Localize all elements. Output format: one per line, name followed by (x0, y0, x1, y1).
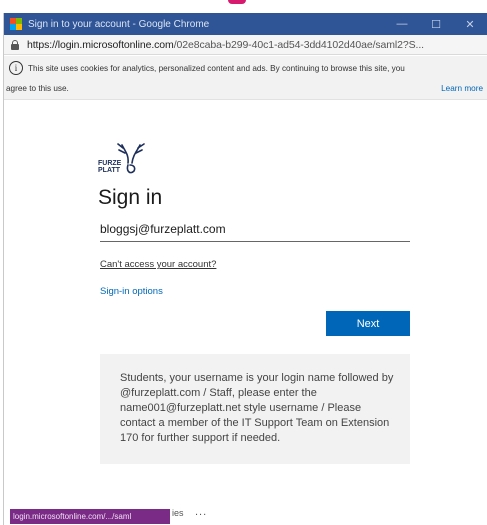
furze-platt-logo: FURZE PLATT (98, 143, 145, 174)
next-button[interactable]: Next (326, 311, 410, 336)
page-title: Sign in (98, 186, 163, 209)
maximize-icon[interactable]: ☐ (419, 13, 453, 35)
url-text[interactable]: https://login.microsoftonline.com/02e8ca… (27, 39, 424, 51)
signin-card: FURZE PLATT Sign in bloggsj@furzeplatt.c… (4, 101, 487, 511)
cookie-message: This site uses cookies for analytics, pe… (28, 64, 405, 73)
signin-options-link[interactable]: Sign-in options (100, 286, 163, 297)
cookie-message-continued: agree to this use. (6, 84, 69, 93)
minimize-icon[interactable]: — (385, 13, 419, 35)
title-bar[interactable]: Sign in to your account - Google Chrome … (4, 13, 487, 35)
cookie-banner: i This site uses cookies for analytics, … (4, 56, 487, 100)
logo-text-bottom: PLATT (98, 167, 121, 174)
address-bar[interactable]: https://login.microsoftonline.com/02e8ca… (4, 35, 487, 55)
browser-window: Sign in to your account - Google Chrome … (3, 13, 487, 525)
top-accent (228, 0, 246, 4)
cant-access-link[interactable]: Can't access your account? (100, 259, 216, 270)
url-path: /02e8caba-b299-40c1-ad54-3dd4102d40ae/sa… (173, 38, 424, 51)
status-bar: login.microsoftonline.com/.../saml ies .… (0, 503, 487, 525)
window-title: Sign in to your account - Google Chrome (28, 18, 210, 30)
close-icon[interactable]: ✕ (453, 13, 487, 35)
url-host: https://login.microsoftonline.com (27, 38, 174, 51)
footer-text[interactable]: ies (172, 508, 184, 518)
status-url-tooltip: login.microsoftonline.com/.../saml (10, 509, 170, 524)
lock-icon (11, 39, 19, 50)
email-field[interactable]: bloggsj@furzeplatt.com (100, 220, 410, 242)
username-notice: Students, your username is your login na… (100, 354, 410, 464)
learn-more-link[interactable]: Learn more (441, 84, 483, 93)
logo-text-top: FURZE (98, 160, 122, 167)
more-options-icon[interactable]: ... (195, 506, 207, 518)
microsoft-logo-icon (10, 18, 22, 30)
info-icon: i (9, 61, 23, 75)
